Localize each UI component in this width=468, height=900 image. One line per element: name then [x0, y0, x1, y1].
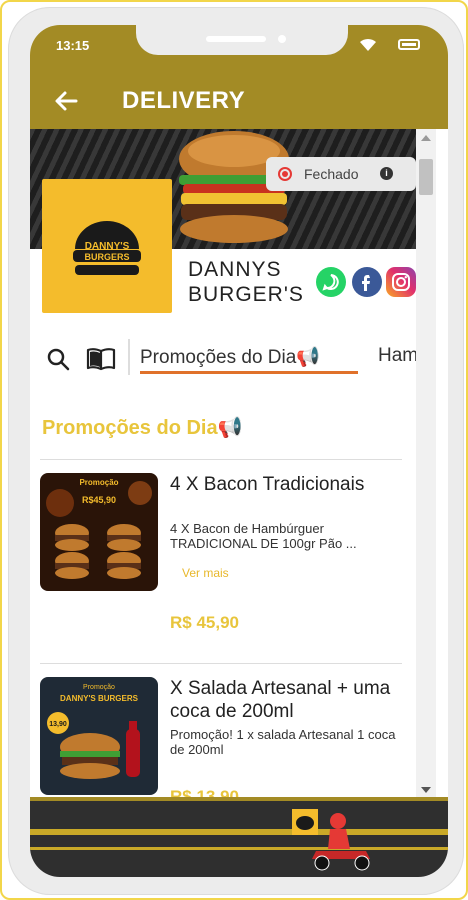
instagram-glyph — [392, 273, 410, 291]
product-description: 4 X Bacon de Hambúrguer TRADICIONAL DE 1… — [170, 521, 357, 551]
phone-screen: 13:15 DELIVERY Fechado i DANNY'S BURGERS… — [30, 25, 448, 877]
thumb-price: R$45,90 — [82, 495, 116, 505]
product-image: Promoção R$45,90 — [40, 473, 158, 591]
product-name: 4 X Bacon Tradicionais — [170, 474, 365, 495]
scrollbar-thumb[interactable] — [419, 159, 433, 195]
thumb-price: 13,90 — [49, 721, 67, 728]
product-description: Promoção! 1 x salada Artesanal 1 coca de… — [170, 727, 396, 757]
tabs-divider — [128, 339, 130, 375]
product-divider — [40, 663, 402, 664]
footer-road-line — [30, 829, 448, 835]
store-logo: DANNY'S BURGERS — [42, 179, 172, 313]
section-divider — [40, 459, 402, 460]
logo-text-line1: DANNY'S — [85, 241, 130, 252]
thumb-caption: Promoção — [83, 684, 115, 691]
wifi-icon — [360, 38, 376, 51]
footer-road-line-thin — [30, 847, 448, 850]
store-content[interactable]: Fechado i DANNY'S BURGERS DANNYS BURGER'… — [30, 129, 416, 805]
product-image: Promoção DANNY'S BURGERS 13,90 — [40, 677, 158, 795]
tab-hamburgueres[interactable]: Ham — [378, 345, 416, 367]
store-status-badge[interactable]: Fechado i — [266, 157, 416, 191]
product-item[interactable]: Promoção DANNY'S BURGERS 13,90 X Salada … — [40, 677, 402, 805]
store-name: DANNYS BURGER'S — [188, 257, 328, 307]
active-tab-indicator — [140, 371, 358, 374]
notch-speaker — [206, 36, 266, 42]
status-time: 13:15 — [56, 38, 90, 53]
status-bar: 13:15 — [30, 25, 448, 73]
product-name: X Salada Artesanal + uma coca de 200ml — [170, 678, 391, 722]
delivery-scooter-icon — [292, 809, 370, 871]
logo-text-line2: BURGERS — [84, 252, 129, 262]
facebook-icon[interactable] — [352, 267, 382, 297]
notch-camera — [278, 35, 286, 43]
thumb-caption: Promoção — [79, 478, 118, 487]
burger-logo-icon: DANNY'S BURGERS — [73, 221, 141, 275]
thumb-brand: DANNY'S BURGERS — [60, 694, 139, 703]
footer-stripe — [30, 797, 448, 801]
page-frame: 13:15 DELIVERY Fechado i DANNY'S BURGERS… — [0, 0, 468, 900]
product-item[interactable]: Promoção R$45,90 4 X Bacon Tradicionais … — [40, 473, 402, 649]
arrow-left-icon[interactable] — [52, 87, 80, 115]
store-name-line1: DANNYS — [188, 258, 282, 281]
scroll-up-arrow-icon[interactable] — [421, 135, 431, 141]
facebook-glyph — [362, 275, 370, 291]
app-bar: DELIVERY — [30, 73, 448, 129]
phone-mockup: 13:15 DELIVERY Fechado i DANNY'S BURGERS… — [8, 7, 464, 895]
battery-icon — [398, 39, 420, 50]
section-title: Promoções do Dia📢 — [42, 417, 243, 439]
closed-indicator-icon — [278, 167, 292, 181]
product-price: R$ 45,90 — [170, 613, 239, 632]
store-name-line2: BURGER'S — [188, 283, 304, 306]
search-icon[interactable] — [46, 347, 70, 371]
instagram-icon[interactable] — [386, 267, 416, 297]
phone-notch — [136, 25, 348, 55]
scroll-down-arrow-icon[interactable] — [421, 787, 431, 793]
category-tabs: Promoções do Dia📢 Ham — [30, 333, 416, 381]
page-title: DELIVERY — [122, 87, 246, 114]
product-thumbnail: Promoção R$45,90 — [40, 473, 158, 591]
tab-promocoes[interactable]: Promoções do Dia📢 — [140, 345, 320, 369]
store-status-label: Fechado — [304, 166, 359, 182]
see-more-link[interactable]: Ver mais — [182, 566, 229, 580]
book-icon[interactable] — [86, 347, 116, 371]
content-scrollbar[interactable] — [416, 129, 436, 805]
info-icon[interactable]: i — [380, 167, 393, 180]
footer-banner — [30, 797, 448, 877]
whatsapp-icon[interactable] — [316, 267, 346, 297]
product-thumbnail: Promoção DANNY'S BURGERS 13,90 — [40, 677, 158, 795]
whatsapp-glyph — [322, 274, 339, 291]
